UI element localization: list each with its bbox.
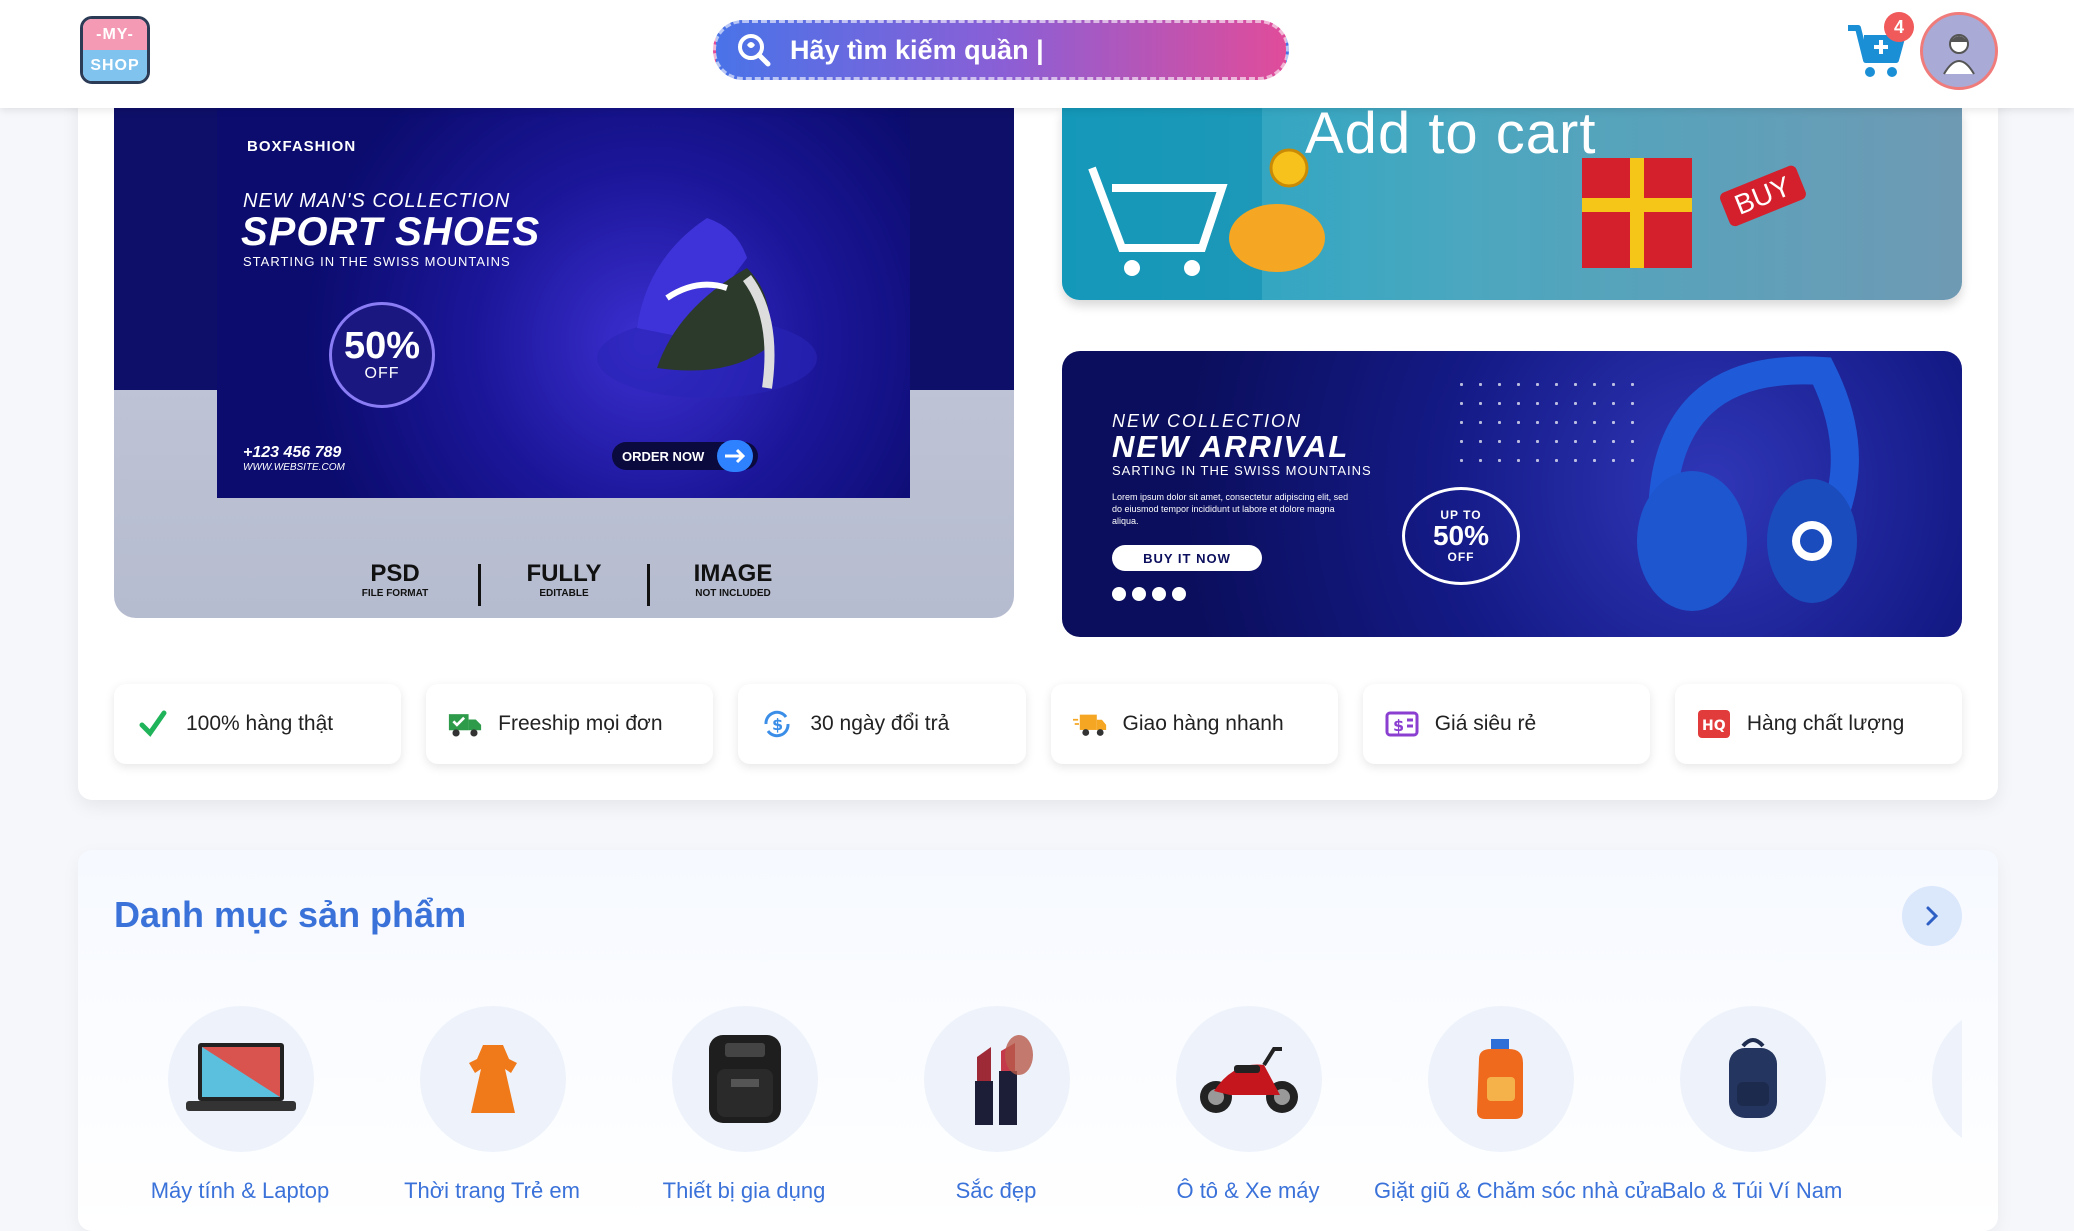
category-item[interactable]: Ô tô & Xe máy: [1122, 1006, 1374, 1226]
feature-return[interactable]: $ 30 ngày đổi trả: [738, 684, 1026, 764]
air-fryer-icon: [672, 1006, 818, 1152]
feature-quality[interactable]: HQ Hàng chất lượng: [1674, 684, 1963, 764]
headphones-illustration: [1637, 356, 1859, 611]
category-name: Đ: [1878, 1178, 1962, 1204]
category-name: Thời trang Trẻ em: [404, 1178, 580, 1203]
arrival-title: NEW ARRIVAL: [1112, 429, 1350, 464]
motorbike-icon: [1176, 1006, 1322, 1152]
quality-badge-icon: HQ: [1697, 707, 1731, 741]
user-avatar[interactable]: [1920, 12, 1998, 90]
arrival-tagline: SARTING IN THE SWISS MOUNTAINS: [1112, 463, 1372, 478]
svg-text:$: $: [1393, 716, 1404, 735]
category-item[interactable]: Thiết bị gia dụng: [618, 1006, 870, 1226]
detergent-icon: [1428, 1006, 1574, 1152]
sport-shoes-poster: BOXFASHION NEW MAN'S COLLECTION SPORT SH…: [217, 108, 910, 498]
refund-icon: $: [760, 707, 794, 741]
backpack-icon: [1680, 1006, 1826, 1152]
feature-fast-delivery[interactable]: Giao hàng nhanh: [1050, 684, 1338, 764]
category-list: Máy tính & Laptop Thời trang Trẻ em Thiế…: [114, 1006, 1962, 1226]
whatsapp-icon: [1172, 587, 1186, 601]
feature-label: Freeship mọi đơn: [498, 712, 663, 735]
buy-it-now-button[interactable]: BUY IT NOW: [1112, 545, 1262, 571]
lipstick-icon: [924, 1006, 1070, 1152]
category-name: Giặt giũ & Chăm sóc nhà cửa: [1374, 1178, 1663, 1203]
gift-box-illustration: [1582, 158, 1692, 268]
add-to-cart-banner[interactable]: Add to cart BUY: [1062, 108, 1962, 300]
feature-label: Giao hàng nhanh: [1122, 712, 1284, 735]
banner-website: WWW.WEBSITE.COM: [243, 462, 345, 473]
cart-count-badge: 4: [1884, 12, 1914, 42]
search-input[interactable]: [790, 34, 1250, 66]
shop-logo[interactable]: -MY- SHOP: [80, 16, 150, 84]
kids-dress-icon: [420, 1006, 566, 1152]
laptop-icon: [168, 1006, 314, 1152]
feature-label: Hàng chất lượng: [1746, 712, 1905, 735]
discount-badge: 50% OFF: [329, 302, 435, 408]
stat-item: IMAGE NOT INCLUDED: [693, 560, 773, 599]
category-item[interactable]: Đ: [1878, 1006, 1962, 1226]
food-icon: [1932, 1006, 1962, 1152]
feature-freeship[interactable]: Freeship mọi đơn: [426, 684, 714, 764]
feature-label: 100% hàng thật: [186, 712, 334, 735]
category-name: Balo & Túi Ví Nam: [1661, 1178, 1843, 1203]
top-header: -MY- SHOP 4: [0, 0, 2074, 108]
banner-brand: BOXFASHION: [247, 138, 357, 155]
stat-item: FULLY EDITABLE: [526, 560, 602, 599]
sneaker-image: [597, 218, 817, 398]
svg-text:$: $: [772, 715, 783, 734]
svg-text:HQ: HQ: [1702, 718, 1726, 734]
arrow-right-icon[interactable]: [717, 440, 753, 472]
twitter-icon: [1152, 587, 1166, 601]
feature-genuine[interactable]: 100% hàng thật: [114, 684, 402, 764]
banner-title: SPORT SHOES: [241, 210, 541, 254]
truck-icon: [448, 707, 482, 741]
social-icons: [1112, 587, 1186, 601]
features-row: 100% hàng thật Freeship mọi đơn $ 30 ngà…: [114, 684, 1963, 764]
main-banner[interactable]: BOXFASHION NEW MAN'S COLLECTION SPORT SH…: [114, 108, 1014, 618]
instagram-icon: [1112, 587, 1126, 601]
banner-stats: PSD FILE FORMAT FULLY EDITABLE IMAGE NOT…: [114, 560, 1014, 606]
feature-label: Giá siêu rẻ: [1434, 712, 1537, 735]
category-item[interactable]: Balo & Túi Ví Nam: [1626, 1006, 1878, 1226]
banner-phone: +123 456 789: [243, 444, 342, 461]
add-to-cart-text: Add to cart: [1305, 108, 1597, 166]
stat-item: PSD FILE FORMAT: [361, 560, 429, 599]
price-tag-icon: $: [1385, 707, 1419, 741]
feature-label: 30 ngày đổi trả: [810, 712, 950, 735]
category-item[interactable]: Thời trang Trẻ em: [366, 1006, 618, 1226]
category-name: Máy tính & Laptop: [150, 1178, 330, 1203]
category-name: Ô tô & Xe máy: [1176, 1178, 1320, 1203]
category-item[interactable]: Giặt giũ & Chăm sóc nhà cửa: [1374, 1006, 1663, 1226]
category-item[interactable]: Sắc đẹp: [870, 1006, 1122, 1226]
logo-top-text: -MY-: [83, 19, 147, 50]
check-icon: [136, 707, 170, 741]
category-section: Danh mục sản phẩm Máy tính & Laptop Thời…: [78, 850, 1998, 1231]
feature-cheap-price[interactable]: $ Giá siêu rẻ: [1362, 684, 1650, 764]
buy-label: BUY: [1718, 164, 1808, 228]
category-item[interactable]: Máy tính & Laptop: [114, 1006, 366, 1226]
new-arrival-banner[interactable]: NEW COLLECTION NEW ARRIVAL SARTING IN TH…: [1062, 351, 1962, 637]
category-name: Thiết bị gia dụng: [662, 1178, 826, 1203]
category-name: Sắc đẹp: [955, 1178, 1037, 1203]
facebook-icon: [1132, 587, 1146, 601]
banner-tagline: STARTING IN THE SWISS MOUNTAINS: [243, 254, 511, 269]
fast-delivery-icon: [1072, 707, 1107, 741]
logo-bottom-text: SHOP: [83, 50, 147, 81]
arrival-description: Lorem ipsum dolor sit amet, consectetur …: [1112, 492, 1349, 526]
chevron-right-icon[interactable]: [1902, 886, 1962, 946]
search-icon[interactable]: [734, 30, 774, 70]
category-title: Danh mục sản phẩm: [114, 894, 467, 935]
search-bar[interactable]: [713, 20, 1289, 80]
arrival-discount-badge: UP TO 50% OFF: [1402, 487, 1520, 585]
